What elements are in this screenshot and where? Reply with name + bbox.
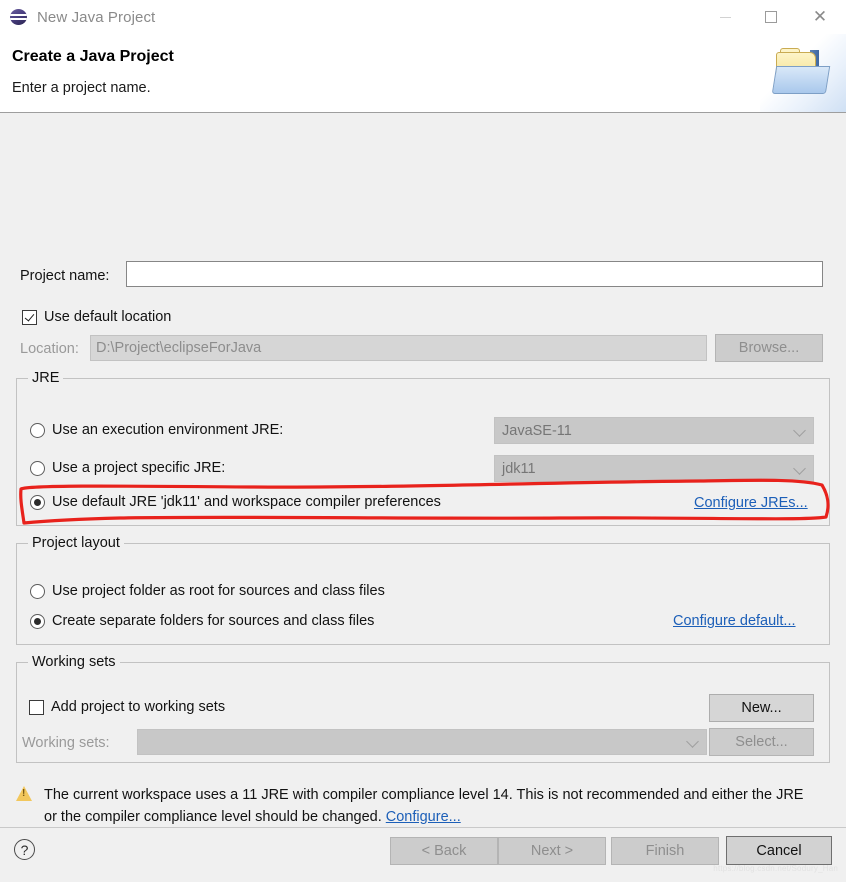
- working-sets-label: Working sets:: [22, 735, 110, 751]
- maximize-icon[interactable]: [748, 0, 794, 34]
- back-button[interactable]: < Back: [390, 837, 498, 865]
- project-layout-group-title: Project layout: [28, 535, 124, 551]
- jre-project-specific-label: Use a project specific JRE:: [52, 460, 225, 476]
- layout-separate-folders-label: Create separate folders for sources and …: [52, 613, 374, 629]
- working-sets-group-title: Working sets: [28, 654, 120, 670]
- execution-environment-combo[interactable]: JavaSE-11: [494, 417, 814, 444]
- project-specific-jre-combo[interactable]: jdk11: [494, 455, 814, 482]
- jre-option-project-specific[interactable]: Use a project specific JRE:: [30, 460, 225, 476]
- new-java-project-folder-icon: [760, 34, 846, 112]
- project-name-input[interactable]: [126, 261, 823, 287]
- add-project-to-working-sets-checkbox[interactable]: [29, 700, 44, 715]
- project-specific-jre-combo-value: jdk11: [502, 461, 536, 477]
- page-description: Enter a project name.: [12, 80, 151, 96]
- new-working-set-button[interactable]: New...: [709, 694, 814, 722]
- layout-project-folder-root-radio[interactable]: [30, 584, 45, 599]
- next-button[interactable]: Next >: [498, 837, 606, 865]
- layout-option-separate-folders[interactable]: Create separate folders for sources and …: [30, 613, 374, 629]
- configure-jres-link[interactable]: Configure JREs...: [694, 495, 808, 511]
- browse-button[interactable]: Browse...: [715, 334, 823, 362]
- cancel-button[interactable]: Cancel: [726, 836, 832, 865]
- dialog-header: Create a Java Project Enter a project na…: [0, 34, 846, 113]
- help-icon[interactable]: ?: [14, 839, 35, 860]
- layout-separate-folders-radio[interactable]: [30, 614, 45, 629]
- execution-environment-combo-value: JavaSE-11: [502, 423, 572, 439]
- jre-option-execution-environment[interactable]: Use an execution environment JRE:: [30, 422, 283, 438]
- warning-configure-link[interactable]: Configure...: [386, 809, 461, 825]
- add-project-to-working-sets-label: Add project to working sets: [51, 699, 225, 715]
- page-title: Create a Java Project: [12, 48, 174, 66]
- use-default-location-label: Use default location: [44, 309, 171, 325]
- eclipse-icon: [10, 8, 28, 26]
- warning-icon: [16, 786, 33, 802]
- window-controls: ✕: [702, 0, 846, 34]
- jre-group-title: JRE: [28, 370, 63, 386]
- project-name-label: Project name:: [20, 268, 109, 284]
- finish-button[interactable]: Finish: [611, 837, 719, 865]
- warning-message: The current workspace uses a 11 JRE with…: [44, 784, 804, 828]
- dialog-footer: ? < Back Next > Finish Cancel: [0, 828, 846, 882]
- jre-default-radio[interactable]: [30, 495, 45, 510]
- configure-default-link[interactable]: Configure default...: [673, 613, 796, 629]
- chevron-down-icon: [686, 735, 699, 748]
- add-project-to-working-sets-row[interactable]: Add project to working sets: [29, 699, 225, 715]
- jre-execution-environment-radio[interactable]: [30, 423, 45, 438]
- minimize-icon[interactable]: [702, 0, 748, 34]
- window-title: New Java Project: [37, 9, 155, 26]
- jre-execution-environment-label: Use an execution environment JRE:: [52, 422, 283, 438]
- select-working-sets-button[interactable]: Select...: [709, 728, 814, 756]
- new-java-project-dialog: New Java Project ✕ Create a Java Project…: [0, 0, 846, 882]
- layout-project-folder-root-label: Use project folder as root for sources a…: [52, 583, 385, 599]
- dialog-content: Project name: Use default location Locat…: [0, 113, 846, 828]
- watermark: https://blog.csdn.net/Sodury_Han: [713, 864, 838, 873]
- jre-default-label: Use default JRE 'jdk11' and workspace co…: [52, 494, 441, 510]
- jre-project-specific-radio[interactable]: [30, 461, 45, 476]
- title-bar: New Java Project ✕: [0, 0, 846, 34]
- use-default-location-checkbox[interactable]: [22, 310, 37, 325]
- chevron-down-icon: [793, 424, 806, 437]
- use-default-location-row[interactable]: Use default location: [22, 309, 171, 325]
- working-sets-combo[interactable]: [137, 729, 707, 755]
- chevron-down-icon: [793, 462, 806, 475]
- location-label: Location:: [20, 341, 79, 357]
- close-icon[interactable]: ✕: [794, 0, 846, 34]
- jre-option-default[interactable]: Use default JRE 'jdk11' and workspace co…: [30, 494, 441, 510]
- layout-option-project-folder-root[interactable]: Use project folder as root for sources a…: [30, 583, 385, 599]
- location-input[interactable]: D:\Project\eclipseForJava: [90, 335, 707, 361]
